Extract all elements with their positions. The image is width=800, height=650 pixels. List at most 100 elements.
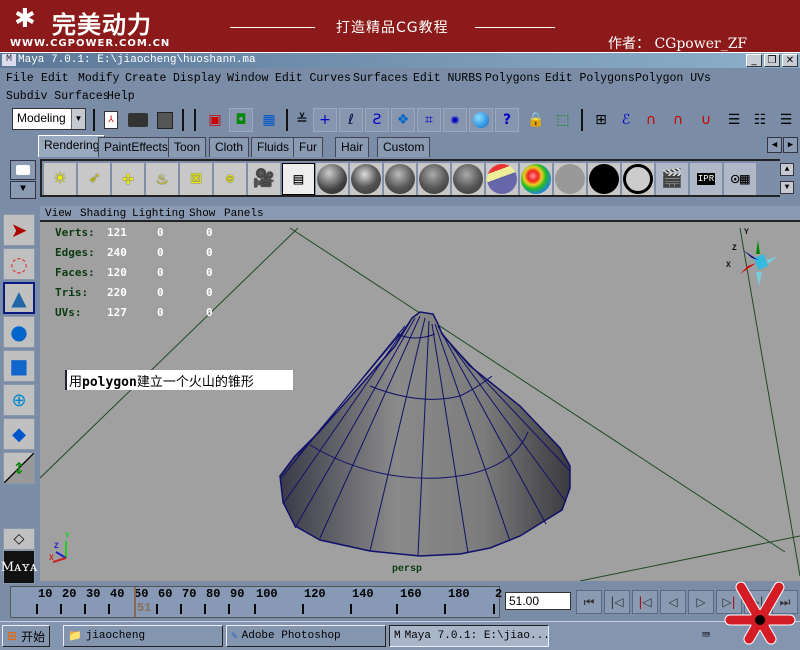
panel-menu-lighting[interactable]: Lighting xyxy=(132,208,185,220)
render-globals-icon[interactable]: ☷ xyxy=(748,108,772,132)
snap-point-icon[interactable]: ∩ xyxy=(639,108,663,132)
menu-subdiv-surfaces[interactable]: Subdiv Surfaces xyxy=(6,90,110,103)
shelf-scroll-up-icon[interactable]: ▲ xyxy=(780,163,794,176)
blinn-icon[interactable] xyxy=(316,163,349,195)
help-icon[interactable]: ? xyxy=(495,108,519,132)
universal-manipulator-icon[interactable]: ⊕ xyxy=(3,384,35,416)
select-edge-icon[interactable]: ℓ xyxy=(339,108,363,132)
time-slider[interactable]: 10 20 30 40 50 60 70 80 90 100 120 140 1… xyxy=(10,586,502,618)
select-deformer-icon[interactable]: ⌗ xyxy=(417,108,441,132)
point-light-icon[interactable]: ✜ xyxy=(112,163,145,195)
phong-icon[interactable] xyxy=(350,163,383,195)
menu-edit-nurbs[interactable]: Edit NURBS xyxy=(413,72,482,85)
paint-select-tool-icon[interactable]: ▲ xyxy=(3,282,35,314)
area-light-icon[interactable]: ⊠ xyxy=(180,163,213,195)
surface-shader-icon[interactable] xyxy=(554,163,587,195)
anisotropic-icon[interactable] xyxy=(452,163,485,195)
menu-window[interactable]: Window xyxy=(227,72,268,85)
panel-menu-panels[interactable]: Panels xyxy=(224,208,264,220)
rotate-tool-icon[interactable]: ● xyxy=(3,316,35,348)
lock-icon[interactable]: 🔒 xyxy=(524,108,548,132)
restore-button[interactable]: ❐ xyxy=(764,54,780,67)
keyboard-icon[interactable]: ⌨ xyxy=(702,628,710,643)
close-button[interactable]: ✕ xyxy=(782,54,798,67)
view-cube[interactable] xyxy=(754,254,768,270)
shelf-menu-button[interactable]: ▼ xyxy=(10,181,36,199)
make-live-icon[interactable]: ∪ xyxy=(694,108,718,132)
shelf-scroll-left-icon[interactable]: ◀ xyxy=(767,137,782,153)
shelf-scroll-right-icon[interactable]: ▶ xyxy=(783,137,798,153)
render-icon[interactable]: 🎬 xyxy=(656,163,689,195)
panel-menu-shading[interactable]: Shading xyxy=(80,208,126,220)
soft-modify-icon[interactable]: ◆ xyxy=(3,418,35,450)
step-back-frame-icon[interactable]: | ◁ xyxy=(632,590,658,614)
ramp-shader-icon[interactable] xyxy=(486,163,519,195)
menu-help[interactable]: Help xyxy=(107,90,135,103)
tab-fur[interactable]: Fur xyxy=(293,137,323,157)
perspective-viewport[interactable]: Y Z X Y Z X View Shading Lighting Show P… xyxy=(40,206,800,581)
menu-set-selector[interactable]: Modeling ▼ xyxy=(12,108,86,130)
shelf-tab-menu-button[interactable] xyxy=(10,160,36,180)
volume-light-icon[interactable]: ⊕ xyxy=(214,163,247,195)
menu-edit-polygons[interactable]: Edit Polygons xyxy=(545,72,635,85)
lambert-icon[interactable] xyxy=(418,163,451,195)
tab-cloth[interactable]: Cloth xyxy=(209,137,250,157)
tab-toon[interactable]: Toon xyxy=(168,137,207,157)
select-curve-icon[interactable]: Ƨ xyxy=(365,108,389,132)
panel-menu-view[interactable]: View xyxy=(45,208,71,220)
layered-shader-icon[interactable] xyxy=(520,163,553,195)
select-hierarchy-icon[interactable]: ▣ xyxy=(203,108,227,132)
start-button[interactable]: ⊞ 开始 xyxy=(2,625,50,647)
snap-grid-icon[interactable]: ⊞ xyxy=(589,108,613,132)
camera-icon[interactable]: 🎥 xyxy=(248,163,281,195)
select-component-icon[interactable]: ▦ xyxy=(257,108,281,132)
select-object-icon[interactable]: ◘ xyxy=(229,108,253,132)
taskbar-item-photoshop[interactable]: ✎ Adobe Photoshop xyxy=(226,625,386,647)
go-to-start-icon[interactable]: ⏮ xyxy=(576,590,602,614)
shader-outline-icon[interactable] xyxy=(622,163,655,195)
tab-painteffects[interactable]: PaintEffects xyxy=(98,137,174,157)
phonge-icon[interactable] xyxy=(384,163,417,195)
axis-neg-x-cone[interactable] xyxy=(767,256,778,264)
layout-quick-icon[interactable]: ◇ xyxy=(3,528,35,550)
panel-menu-show[interactable]: Show xyxy=(189,208,215,220)
menu-create[interactable]: Create xyxy=(125,72,166,85)
save-scene-icon[interactable] xyxy=(153,108,177,132)
current-time-marker[interactable] xyxy=(134,587,136,617)
open-scene-icon[interactable] xyxy=(126,108,150,132)
tab-custom[interactable]: Custom xyxy=(377,137,431,157)
ambient-light-icon[interactable]: ☀ xyxy=(44,163,77,195)
directional-light-icon[interactable]: ➶ xyxy=(78,163,111,195)
volcano-mesh[interactable] xyxy=(279,311,571,557)
play-backward-icon[interactable]: ◁ xyxy=(660,590,686,614)
menu-display[interactable]: Display xyxy=(173,72,221,85)
tab-fluids[interactable]: Fluids xyxy=(251,137,296,157)
spot-light-icon[interactable]: ♨ xyxy=(146,163,179,195)
menu-polygons[interactable]: Polygons xyxy=(485,72,540,85)
select-surface-icon[interactable]: ❖ xyxy=(391,108,415,132)
menu-file[interactable]: File xyxy=(6,72,34,85)
batch-render-icon[interactable]: ⊙▦ xyxy=(724,163,757,195)
snap-curve-icon[interactable]: ℰ xyxy=(614,108,638,132)
channel-box-icon[interactable]: ☰ xyxy=(774,108,798,132)
current-frame-field[interactable]: 51.00 xyxy=(505,592,571,610)
select-point-icon[interactable]: + xyxy=(313,108,337,132)
snap-view-icon[interactable]: ∩ xyxy=(666,108,690,132)
select-render-icon[interactable] xyxy=(469,108,493,132)
history-icon[interactable]: ☰ xyxy=(722,108,746,132)
ipr-render-icon[interactable]: IPR xyxy=(690,163,723,195)
play-forward-icon[interactable]: ▷ xyxy=(688,590,714,614)
taskbar-item-maya[interactable]: M Maya 7.0.1: E:\jiao... xyxy=(389,625,550,647)
use-background-icon[interactable] xyxy=(588,163,621,195)
select-tool-icon[interactable]: ➤ xyxy=(3,214,35,246)
axis-neg-y-cone[interactable] xyxy=(756,272,762,286)
select-dynamic-icon[interactable]: ✺ xyxy=(443,108,467,132)
lasso-tool-icon[interactable]: ◌ xyxy=(3,248,35,280)
hypershade-icon[interactable]: ▤ xyxy=(282,163,315,195)
tab-hair[interactable]: Hair xyxy=(335,137,370,157)
taskbar-item-jiaocheng[interactable]: 📁 jiaocheng xyxy=(63,625,223,647)
menu-modify[interactable]: Modify xyxy=(78,72,119,85)
new-scene-icon[interactable]: ⅄ xyxy=(99,108,123,132)
shelf-scroll-down-icon[interactable]: ▼ xyxy=(780,181,794,194)
step-back-key-icon[interactable]: |◁ xyxy=(604,590,630,614)
